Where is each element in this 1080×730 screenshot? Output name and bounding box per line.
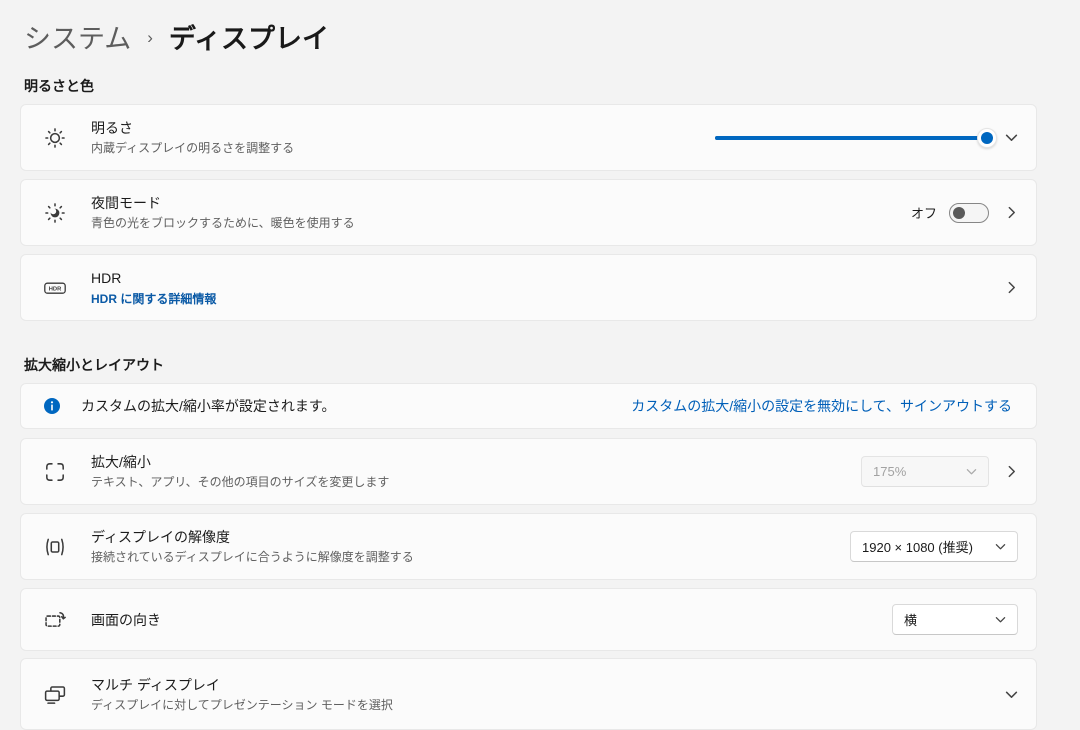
orientation-dropdown-chevron-down-icon: [995, 614, 1006, 625]
night-mode-title: 夜間モード: [91, 194, 911, 212]
disable-custom-scaling-signout-link[interactable]: カスタムの拡大/縮小の設定を無効にして、サインアウトする: [631, 396, 1012, 416]
resolution-icon: [43, 535, 67, 559]
brightness-text: 明るさ 内蔵ディスプレイの明るさを調整する: [91, 119, 715, 156]
scale-subtitle: テキスト、アプリ、その他の項目のサイズを変更します: [91, 474, 861, 490]
multi-display-expand-chevron-down-icon[interactable]: [1005, 688, 1018, 701]
breadcrumb-separator-icon: ›: [147, 28, 153, 48]
night-mode-toggle-state-label: オフ: [911, 203, 937, 222]
settings-page: システム › ディスプレイ 明るさと色 明るさ: [20, 0, 1037, 730]
resolution-dropdown-value: 1920 × 1080 (推奨): [862, 537, 973, 556]
section-brightness-color: 明るさと色: [20, 76, 1037, 96]
night-mode-chevron-right-icon[interactable]: [1005, 206, 1018, 219]
brightness-slider-track[interactable]: [715, 136, 987, 140]
resolution-dropdown-chevron-down-icon: [995, 541, 1006, 552]
hdr-chevron-right-icon[interactable]: [1005, 281, 1018, 294]
multi-display-row[interactable]: マルチ ディスプレイ ディスプレイに対してプレゼンテーション モードを選択: [20, 658, 1037, 730]
resolution-dropdown[interactable]: 1920 × 1080 (推奨): [850, 531, 1018, 562]
resolution-title: ディスプレイの解像度: [91, 528, 850, 546]
custom-scaling-info-bar: カスタムの拡大/縮小率が設定されます。 カスタムの拡大/縮小の設定を無効にして、…: [20, 383, 1037, 429]
brightness-subtitle: 内蔵ディスプレイの明るさを調整する: [91, 140, 715, 156]
scale-dropdown-value: 175%: [873, 464, 906, 479]
multi-display-icon: [43, 682, 67, 706]
multi-display-text: マルチ ディスプレイ ディスプレイに対してプレゼンテーション モードを選択: [91, 676, 1005, 713]
section-scale-layout: 拡大縮小とレイアウト: [20, 355, 1037, 375]
brightness-sun-icon: [43, 126, 67, 150]
resolution-row: ディスプレイの解像度 接続されているディスプレイに合うように解像度を調整する 1…: [20, 513, 1037, 580]
brightness-slider-thumb[interactable]: [977, 128, 997, 148]
scale-row[interactable]: 拡大/縮小 テキスト、アプリ、その他の項目のサイズを変更します 175%: [20, 438, 1037, 505]
night-mode-subtitle: 青色の光をブロックするために、暖色を使用する: [91, 215, 911, 231]
brightness-row[interactable]: 明るさ 内蔵ディスプレイの明るさを調整する: [20, 104, 1037, 171]
scale-chevron-right-icon[interactable]: [1005, 465, 1018, 478]
svg-text:HDR: HDR: [49, 286, 62, 292]
night-mode-row[interactable]: 夜間モード 青色の光をブロックするために、暖色を使用する オフ: [20, 179, 1037, 246]
orientation-rotate-icon: [43, 608, 67, 632]
night-mode-toggle-knob: [953, 207, 965, 219]
brightness-expand-chevron-down-icon[interactable]: [1005, 131, 1018, 144]
multi-display-subtitle: ディスプレイに対してプレゼンテーション モードを選択: [91, 697, 1005, 713]
night-mode-toggle[interactable]: [949, 203, 989, 223]
hdr-badge-icon: HDR: [43, 276, 67, 300]
scale-dropdown: 175%: [861, 456, 989, 487]
resolution-text: ディスプレイの解像度 接続されているディスプレイに合うように解像度を調整する: [91, 528, 850, 565]
brightness-title: 明るさ: [91, 119, 715, 137]
scale-text: 拡大/縮小 テキスト、アプリ、その他の項目のサイズを変更します: [91, 453, 861, 490]
breadcrumb: システム › ディスプレイ: [20, 16, 1037, 56]
scale-dropdown-chevron-down-icon: [966, 466, 977, 477]
multi-display-title: マルチ ディスプレイ: [91, 676, 1005, 694]
info-icon: [43, 397, 61, 415]
custom-scaling-message: カスタムの拡大/縮小率が設定されます。: [81, 396, 631, 416]
scale-icon: [43, 460, 67, 484]
scale-title: 拡大/縮小: [91, 453, 861, 471]
orientation-dropdown[interactable]: 横: [892, 604, 1018, 635]
resolution-subtitle: 接続されているディスプレイに合うように解像度を調整する: [91, 549, 850, 565]
hdr-text: HDR HDR に関する詳細情報: [91, 269, 1005, 307]
brightness-slider[interactable]: [715, 128, 987, 148]
night-mode-text: 夜間モード 青色の光をブロックするために、暖色を使用する: [91, 194, 911, 231]
orientation-row: 画面の向き 横: [20, 588, 1037, 651]
night-light-icon: [43, 201, 67, 225]
orientation-dropdown-value: 横: [904, 610, 917, 629]
brightness-slider-fill: [715, 136, 987, 140]
hdr-title: HDR: [91, 269, 1005, 287]
orientation-text: 画面の向き: [91, 611, 892, 629]
page-title: ディスプレイ: [169, 17, 329, 56]
hdr-details-link[interactable]: HDR に関する詳細情報: [91, 290, 1005, 307]
hdr-row[interactable]: HDR HDR HDR に関する詳細情報: [20, 254, 1037, 321]
orientation-title: 画面の向き: [91, 611, 892, 629]
breadcrumb-system[interactable]: システム: [24, 17, 131, 56]
